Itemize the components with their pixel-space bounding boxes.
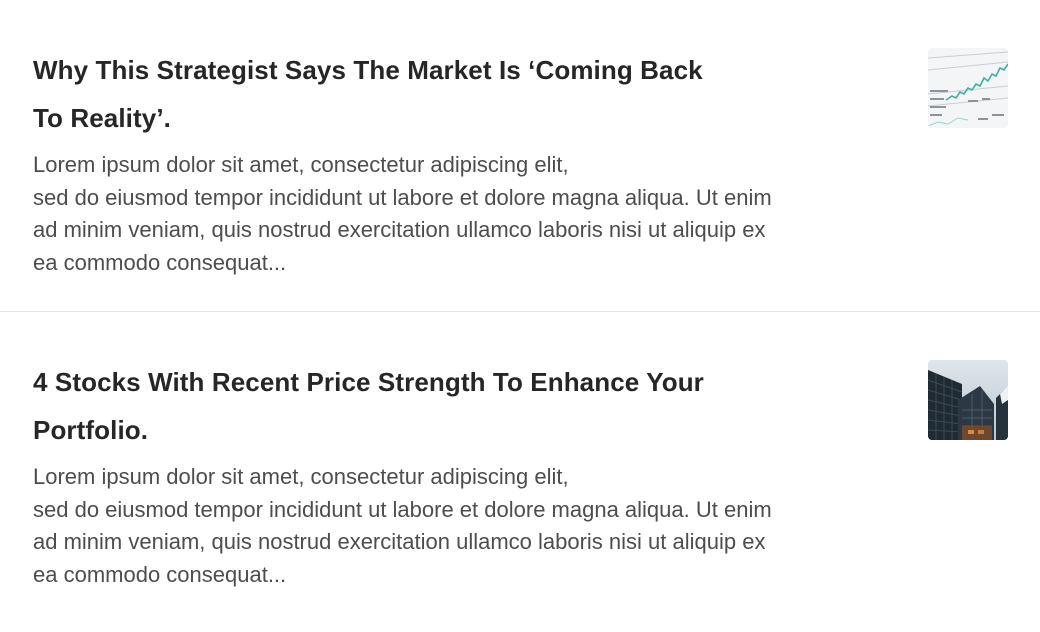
- article-card[interactable]: Why This Strategist Says The Market Is ‘…: [0, 0, 1040, 312]
- article-excerpt-line: ea commodo consequat...: [33, 561, 287, 587]
- stock-chart-photo-icon: [928, 48, 1008, 128]
- article-card[interactable]: 4 Stocks With Recent Price Strength To E…: [0, 312, 1040, 632]
- article-excerpt-line: ad minim veniam, quis nostrud exercitati…: [33, 217, 766, 242]
- stock-chart-thumbnail[interactable]: [928, 48, 1008, 128]
- article-title-line: Portfolio.: [33, 415, 149, 445]
- article-excerpt-line: sed do eiusmod tempor incididunt ut labo…: [33, 184, 772, 210]
- article-excerpt-line: sed do eiusmod tempor incididunt ut labo…: [33, 496, 772, 522]
- article-title[interactable]: Why This Strategist Says The Market Is ‘…: [33, 46, 813, 142]
- article-excerpt-line: Lorem ipsum dolor sit amet, consectetur …: [33, 152, 569, 177]
- skyscraper-thumbnail[interactable]: [928, 360, 1008, 440]
- article-excerpt-line: ea commodo consequat...: [33, 249, 287, 275]
- article-feed: Why This Strategist Says The Market Is ‘…: [0, 0, 1040, 632]
- skyscraper-photo-icon: [928, 360, 1008, 440]
- article-excerpt-line: Lorem ipsum dolor sit amet, consectetur …: [33, 464, 569, 489]
- article-title[interactable]: 4 Stocks With Recent Price Strength To E…: [33, 358, 813, 454]
- article-title-line: Why This Strategist Says The Market Is ‘…: [33, 55, 703, 85]
- article-excerpt: Lorem ipsum dolor sit amet, consectetur …: [33, 149, 913, 279]
- article-excerpt-line: ad minim veniam, quis nostrud exercitati…: [33, 529, 766, 554]
- article-title-line: To Reality’.: [33, 103, 171, 133]
- article-excerpt: Lorem ipsum dolor sit amet, consectetur …: [33, 461, 913, 591]
- article-title-line: 4 Stocks With Recent Price Strength To E…: [33, 367, 704, 397]
